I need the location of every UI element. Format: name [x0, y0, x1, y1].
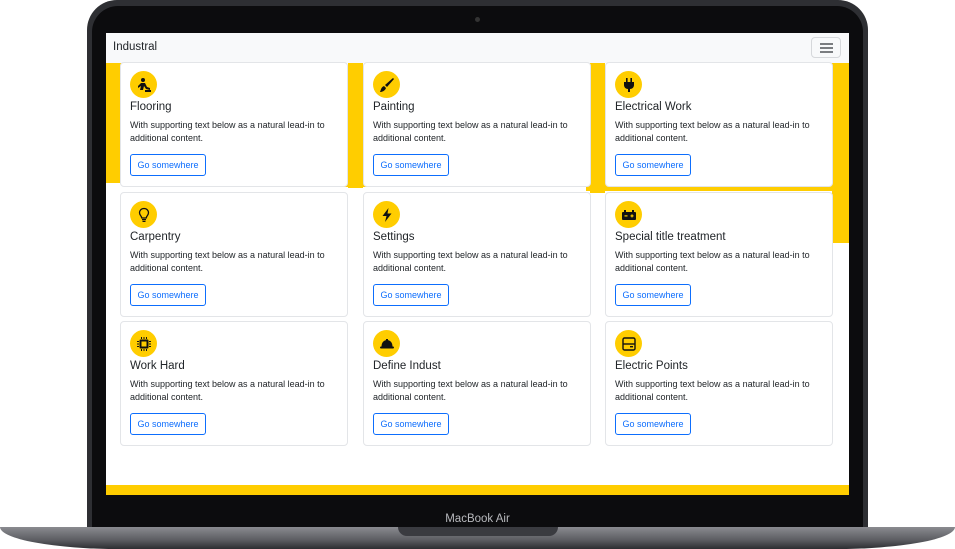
- card: Carpentry With supporting text below as a…: [120, 192, 348, 317]
- card: Define Indust With supporting text below …: [363, 321, 591, 446]
- go-somewhere-button[interactable]: Go somewhere: [130, 413, 206, 435]
- plug-icon: [615, 71, 642, 98]
- accent-strip: [832, 63, 849, 243]
- laptop-mockup: MacBook Air Industral Flooring With suppo…: [0, 0, 955, 549]
- navbar-brand[interactable]: Industral: [113, 41, 157, 53]
- card-title: Flooring: [130, 101, 172, 113]
- card: Work Hard With supporting text below as a…: [120, 321, 348, 446]
- card-title: Electric Points: [615, 360, 688, 372]
- cpu-icon: [130, 330, 157, 357]
- go-somewhere-button[interactable]: Go somewhere: [373, 154, 449, 176]
- card-text: With supporting text below as a natural …: [615, 379, 810, 402]
- go-somewhere-button[interactable]: Go somewhere: [130, 154, 206, 176]
- card: Flooring With supporting text below as a …: [120, 62, 348, 187]
- lightning-icon: [373, 201, 400, 228]
- laptop-notch: [398, 527, 558, 536]
- electric-panel-icon: [615, 330, 642, 357]
- card: Painting With supporting text below as a …: [363, 62, 591, 187]
- go-somewhere-button[interactable]: Go somewhere: [615, 413, 691, 435]
- footer-bar: [106, 485, 849, 495]
- card: Special title treatment With supporting t…: [605, 192, 833, 317]
- go-somewhere-button[interactable]: Go somewhere: [373, 284, 449, 306]
- accent-strip: [348, 63, 363, 188]
- card: Electrical Work With supporting text belo…: [605, 62, 833, 187]
- worker-icon: [130, 71, 157, 98]
- battery-icon: [615, 201, 642, 228]
- card-title: Define Indust: [373, 360, 441, 372]
- card-title: Electrical Work: [615, 101, 692, 113]
- go-somewhere-button[interactable]: Go somewhere: [373, 413, 449, 435]
- accent-strip: [590, 63, 605, 193]
- card-title: Painting: [373, 101, 415, 113]
- card-title: Work Hard: [130, 360, 185, 372]
- device-label: MacBook Air: [445, 513, 510, 525]
- go-somewhere-button[interactable]: Go somewhere: [615, 154, 691, 176]
- card-text: With supporting text below as a natural …: [130, 250, 325, 273]
- navbar: Industral: [106, 33, 849, 63]
- lightbulb-icon: [130, 201, 157, 228]
- navbar-toggler-button[interactable]: [811, 37, 841, 58]
- card-text: With supporting text below as a natural …: [130, 379, 325, 402]
- card-text: With supporting text below as a natural …: [615, 250, 810, 273]
- card-text: With supporting text below as a natural …: [373, 379, 568, 402]
- screen: Industral Flooring With supporting text b…: [106, 33, 849, 495]
- card-title: Carpentry: [130, 231, 181, 243]
- card: Electric Points With supporting text belo…: [605, 321, 833, 446]
- paintbrush-icon: [373, 71, 400, 98]
- card-text: With supporting text below as a natural …: [373, 250, 568, 273]
- hamburger-icon: [820, 43, 833, 45]
- camera-icon: [475, 17, 480, 22]
- go-somewhere-button[interactable]: Go somewhere: [130, 284, 206, 306]
- hard-hat-icon: [373, 330, 400, 357]
- go-somewhere-button[interactable]: Go somewhere: [615, 284, 691, 306]
- card-title: Special title treatment: [615, 231, 726, 243]
- card-title: Settings: [373, 231, 415, 243]
- card-text: With supporting text below as a natural …: [130, 120, 325, 143]
- card: Settings With supporting text below as a …: [363, 192, 591, 317]
- card-text: With supporting text below as a natural …: [615, 120, 810, 143]
- card-text: With supporting text below as a natural …: [373, 120, 568, 143]
